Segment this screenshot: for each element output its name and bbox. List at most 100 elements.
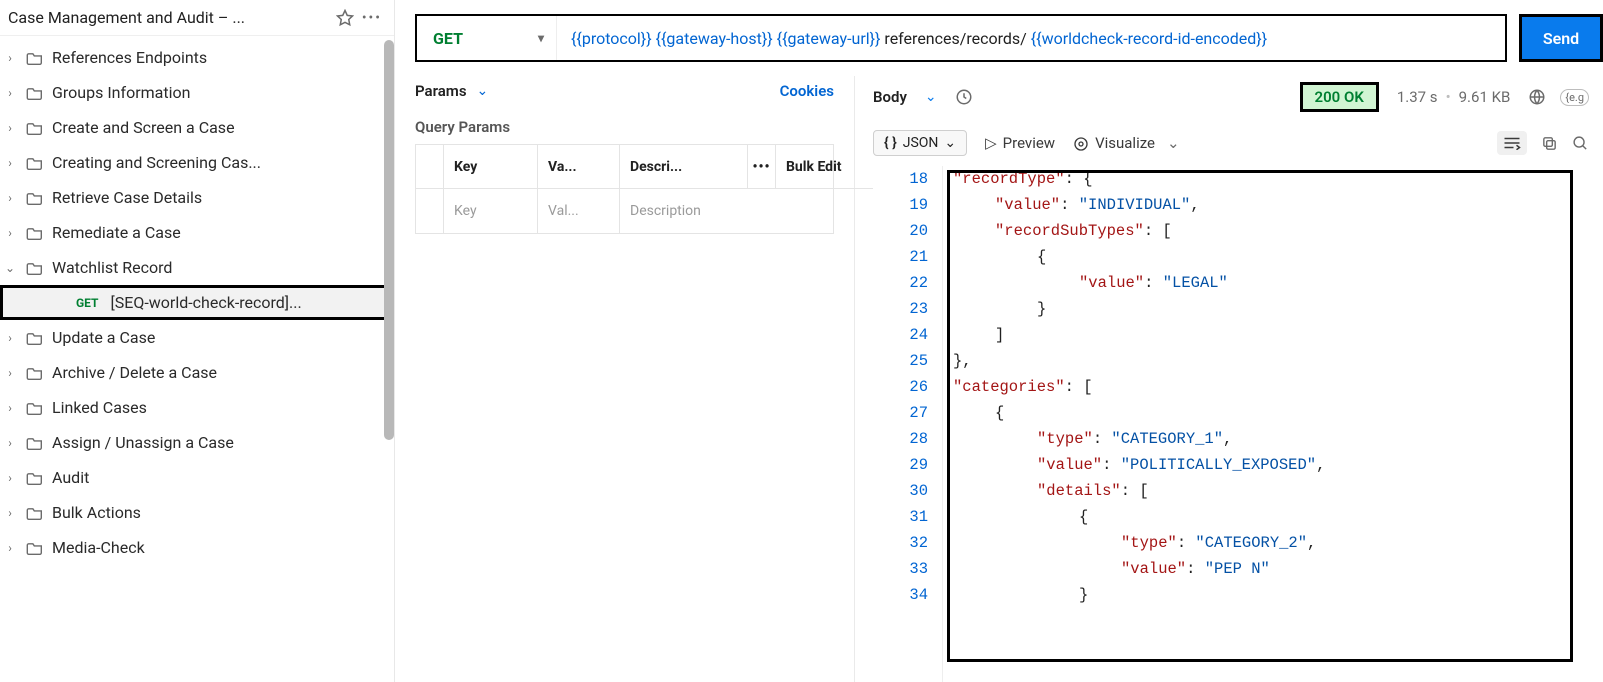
chevron-right-icon[interactable]: ›: [2, 506, 18, 520]
code-line: "recordType": {: [953, 166, 1603, 192]
sidebar-folder[interactable]: ›Retrieve Case Details: [0, 180, 394, 215]
network-icon[interactable]: [1528, 88, 1546, 106]
code-line: {: [953, 504, 1603, 530]
cookies-link[interactable]: Cookies: [780, 82, 834, 100]
line-number: 33: [873, 556, 928, 582]
folder-icon: [26, 121, 44, 135]
response-header: Body ⌄ 200 OK 1.37 s • 9.61 KB {e.g: [873, 76, 1603, 126]
tab-params[interactable]: Params: [415, 82, 467, 100]
code-line: "value": "LEGAL": [953, 270, 1603, 296]
sidebar-folder[interactable]: ›Assign / Unassign a Case: [0, 425, 394, 460]
line-number: 30: [873, 478, 928, 504]
tab-body[interactable]: Body: [873, 88, 907, 106]
more-icon[interactable]: •••: [362, 10, 382, 26]
send-button[interactable]: Send: [1519, 14, 1603, 62]
key-header: Key: [444, 145, 538, 189]
value-input[interactable]: Val...: [538, 189, 620, 233]
chevron-right-icon[interactable]: ›: [2, 471, 18, 485]
chevron-down-icon[interactable]: ⌄: [925, 89, 937, 105]
sidebar-folder[interactable]: ›Bulk Actions: [0, 495, 394, 530]
chevron-down-icon[interactable]: ⌄: [477, 83, 489, 99]
line-number: 26: [873, 374, 928, 400]
code-body: "recordType": {"value": "INDIVIDUAL","re…: [943, 166, 1603, 682]
chevron-right-icon[interactable]: ›: [2, 226, 18, 240]
folder-icon: [26, 191, 44, 205]
sidebar-folder[interactable]: ›Archive / Delete a Case: [0, 355, 394, 390]
checkbox-header: [416, 145, 444, 189]
folder-icon: [26, 331, 44, 345]
checkbox-cell[interactable]: [416, 189, 444, 233]
sidebar-item-label: Media-Check: [52, 538, 145, 557]
history-icon[interactable]: [955, 88, 973, 106]
chevron-right-icon[interactable]: ›: [2, 191, 18, 205]
line-number: 32: [873, 530, 928, 556]
sidebar-folder[interactable]: ›Create and Screen a Case: [0, 110, 394, 145]
method-select[interactable]: GET ▾: [417, 16, 557, 60]
value-header: Va...: [538, 145, 620, 189]
folder-icon: [26, 156, 44, 170]
sidebar-folder[interactable]: ›Remediate a Case: [0, 215, 394, 250]
more-columns-icon[interactable]: •••: [748, 145, 776, 189]
sidebar-folder[interactable]: ⌄Watchlist Record: [0, 250, 394, 285]
folder-icon: [26, 226, 44, 240]
folder-icon: [26, 541, 44, 555]
folder-icon: [26, 86, 44, 100]
star-icon[interactable]: [336, 9, 354, 27]
url-literal: references/records/: [880, 29, 1030, 48]
chevron-right-icon[interactable]: ›: [2, 121, 18, 135]
chevron-right-icon[interactable]: ›: [2, 366, 18, 380]
description-input[interactable]: Description: [620, 189, 876, 233]
sidebar-folder[interactable]: ›Groups Information: [0, 75, 394, 110]
folder-icon: [26, 51, 44, 65]
response-toolbar: { } JSON ⌄ ▷ Preview Visualize ⌄: [873, 126, 1603, 166]
response-body[interactable]: 1819202122232425262728293031323334 "reco…: [873, 166, 1603, 682]
line-number: 23: [873, 296, 928, 322]
format-select[interactable]: { } JSON ⌄: [873, 130, 967, 156]
chevron-right-icon[interactable]: ›: [2, 86, 18, 100]
sidebar-item-label: Linked Cases: [52, 398, 147, 417]
code-line: {: [953, 400, 1603, 426]
sidebar-folder[interactable]: › Audit: [0, 460, 394, 495]
preview-button[interactable]: ▷ Preview: [985, 134, 1055, 152]
sidebar-folder[interactable]: › Media-Check: [0, 530, 394, 565]
description-header: Descri...: [620, 145, 748, 189]
sidebar-folder[interactable]: › Linked Cases: [0, 390, 394, 425]
chevron-right-icon[interactable]: ›: [2, 156, 18, 170]
wrap-lines-icon[interactable]: [1497, 131, 1527, 155]
code-line: },: [953, 348, 1603, 374]
chevron-right-icon[interactable]: ›: [2, 331, 18, 345]
scrollbar-thumb[interactable]: [384, 40, 394, 440]
code-line: {: [953, 244, 1603, 270]
copy-icon[interactable]: [1541, 135, 1558, 152]
line-number: 27: [873, 400, 928, 426]
sidebar-folder[interactable]: ›Update a Case: [0, 320, 394, 355]
code-line: "value": "INDIVIDUAL",: [953, 192, 1603, 218]
chevron-right-icon[interactable]: ›: [2, 436, 18, 450]
line-number: 34: [873, 582, 928, 608]
save-response-icon[interactable]: {e.g: [1560, 89, 1589, 106]
line-number: 31: [873, 504, 928, 530]
collection-title: Case Management and Audit – ...: [8, 8, 328, 27]
response-panel: Body ⌄ 200 OK 1.37 s • 9.61 KB {e.g: [855, 76, 1603, 682]
chevron-down-icon[interactable]: ⌄: [2, 261, 18, 275]
line-number: 19: [873, 192, 928, 218]
key-input[interactable]: Key: [444, 189, 538, 233]
chevron-right-icon[interactable]: ›: [2, 401, 18, 415]
sidebar-request[interactable]: GET[SEQ-world-check-record]...: [0, 285, 394, 320]
url-input[interactable]: {{protocol}} {{gateway-host}} {{gateway-…: [557, 29, 1505, 48]
folder-icon: [26, 471, 44, 485]
query-params-title: Query Params: [415, 118, 834, 136]
preview-label: Preview: [1003, 134, 1055, 152]
sidebar-item-label: Audit: [52, 468, 89, 487]
visualize-button[interactable]: Visualize ⌄: [1073, 134, 1180, 152]
search-icon[interactable]: [1572, 135, 1589, 152]
params-tab-row: Params ⌄ Cookies: [415, 76, 834, 118]
chevron-right-icon[interactable]: ›: [2, 51, 18, 65]
sidebar-folder[interactable]: ›Creating and Screening Cas...: [0, 145, 394, 180]
sidebar-folder[interactable]: ›References Endpoints: [0, 40, 394, 75]
panels: Params ⌄ Cookies Query Params Key Va... …: [395, 76, 1603, 682]
chevron-down-icon: ▾: [538, 31, 544, 45]
table-row[interactable]: Key Val... Description: [416, 189, 833, 233]
request-url-bar: GET ▾ {{protocol}} {{gateway-host}} {{ga…: [415, 14, 1507, 62]
chevron-right-icon[interactable]: ›: [2, 541, 18, 555]
